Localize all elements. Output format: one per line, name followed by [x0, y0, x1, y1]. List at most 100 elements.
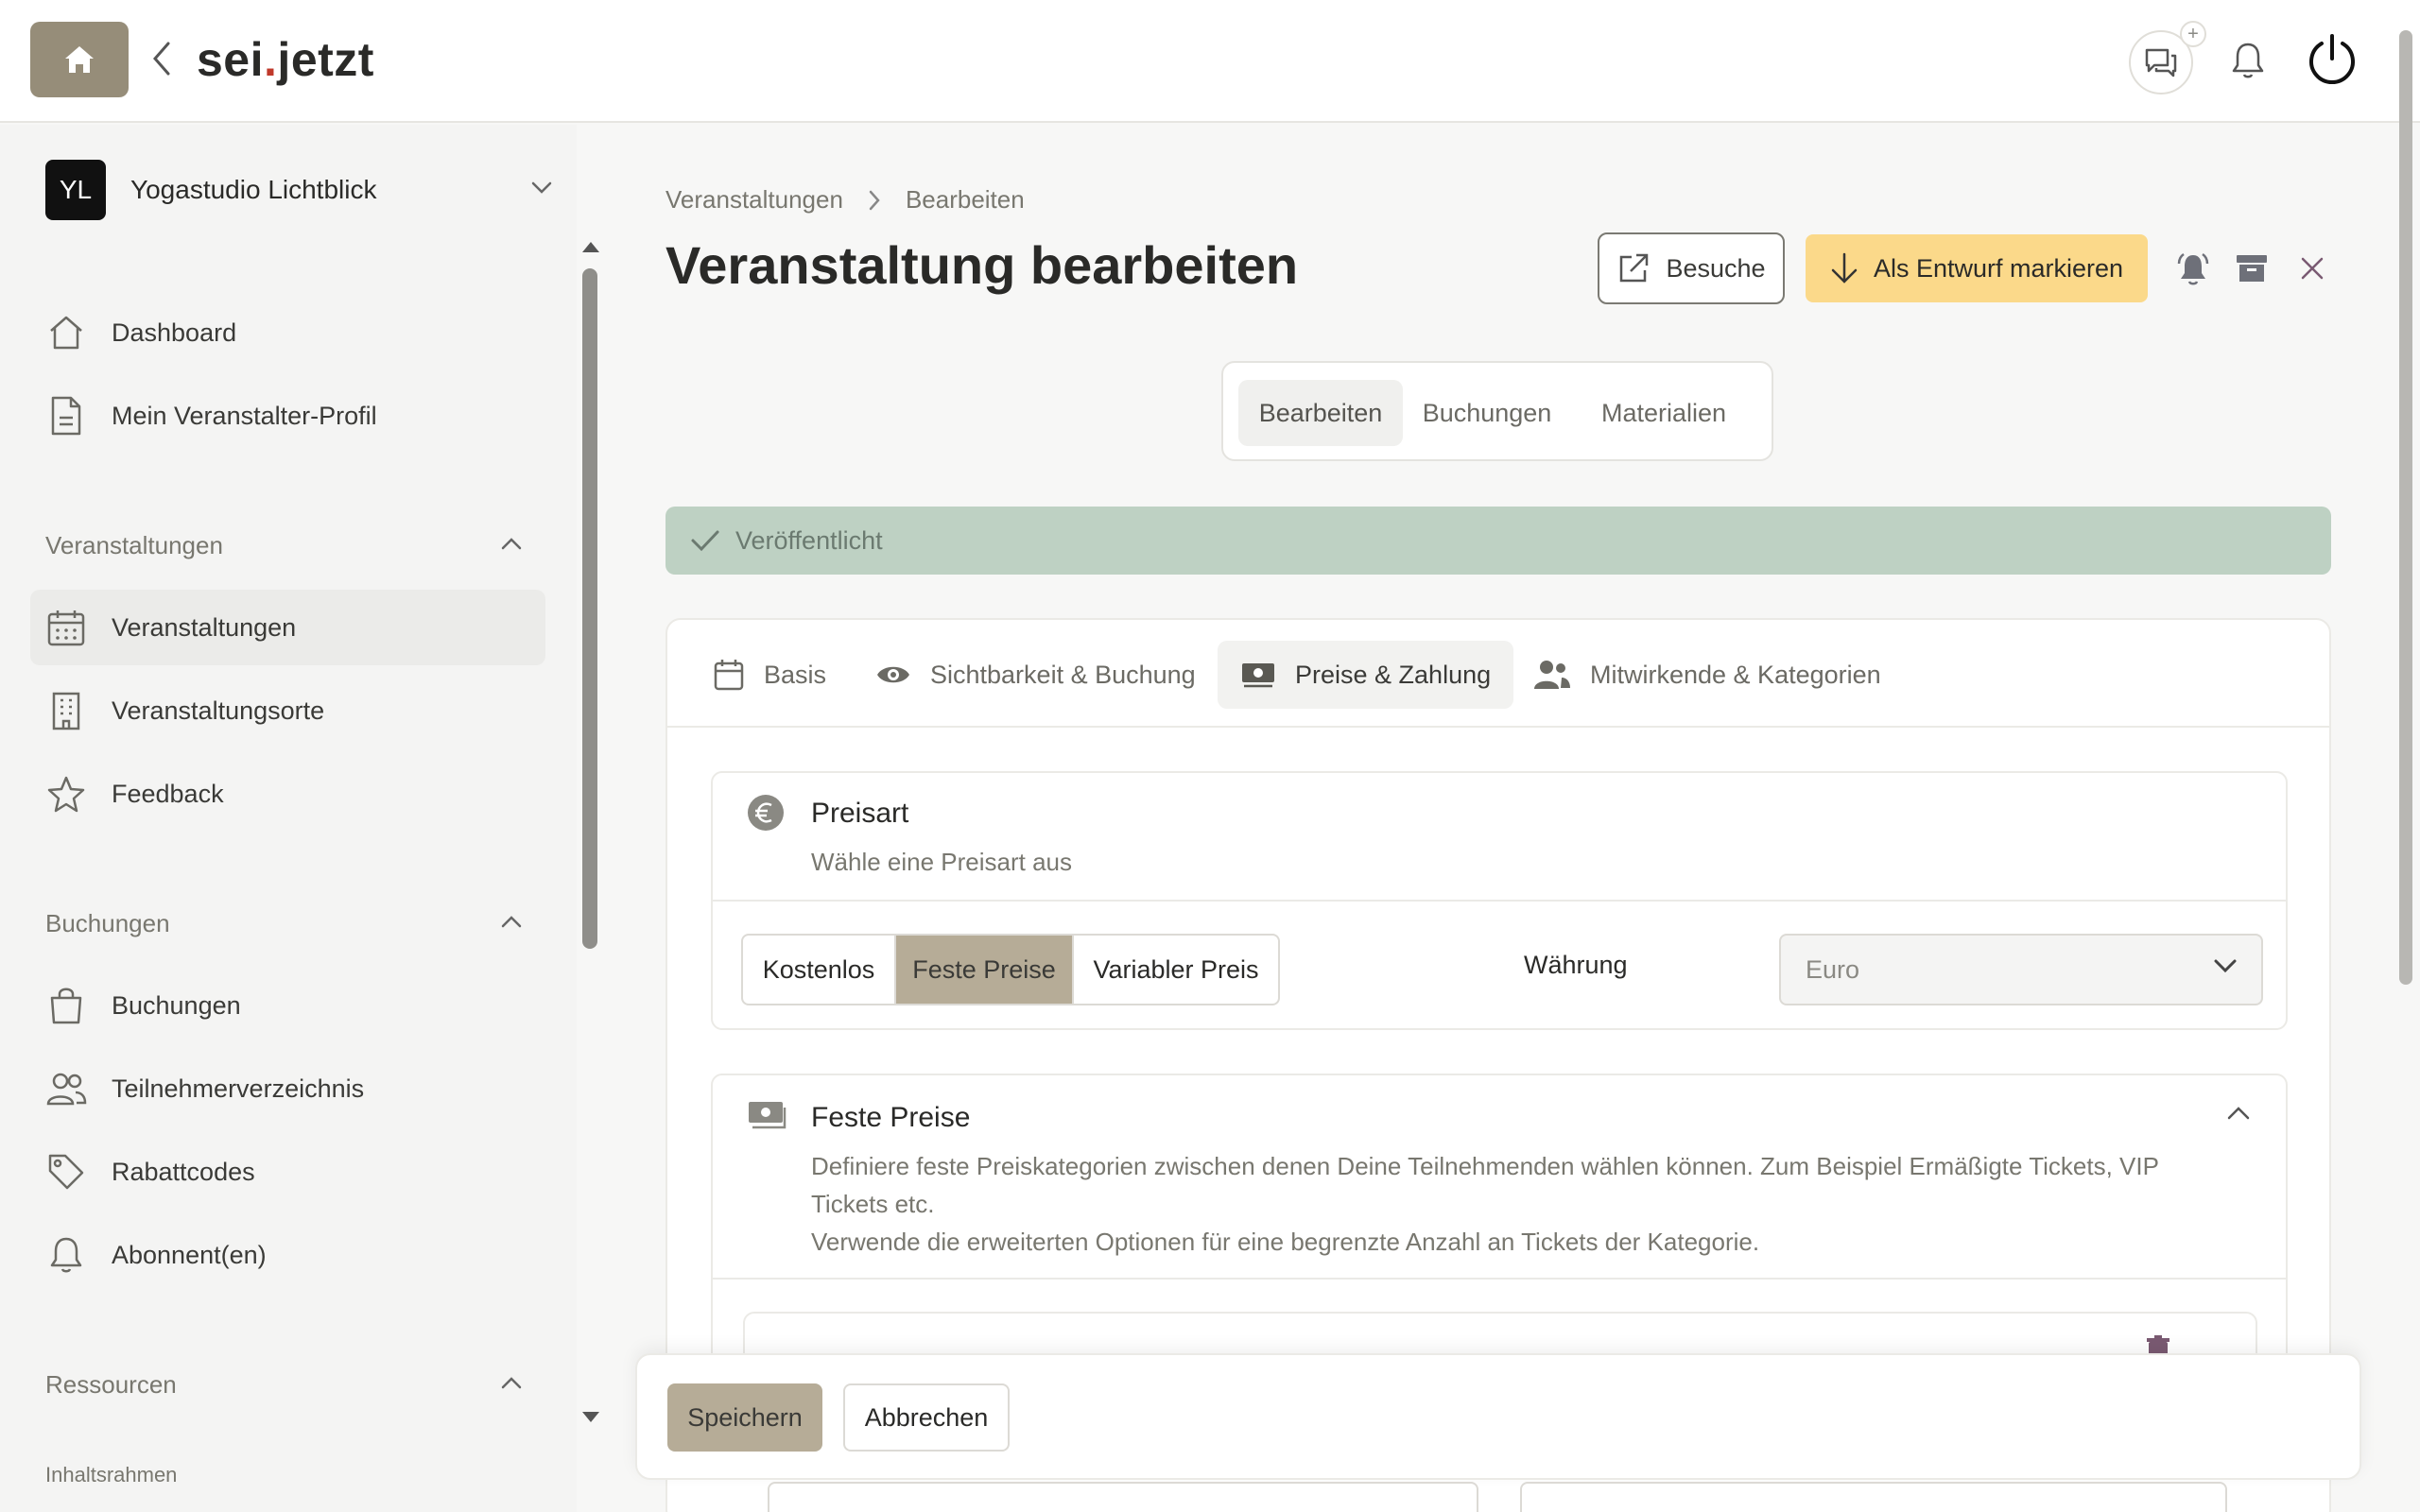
home-button[interactable] [30, 22, 129, 97]
sidebar-item-label: Dashboard [112, 318, 237, 347]
arrow-down-icon [1830, 251, 1858, 285]
sidebar-item-label: Teilnehmerverzeichnis [112, 1074, 365, 1103]
notifications-button[interactable] [2225, 38, 2271, 83]
tab-edit[interactable]: Bearbeiten [1238, 380, 1403, 446]
scroll-down-arrow[interactable] [582, 1412, 599, 1422]
new-chat-badge[interactable]: + [2180, 21, 2206, 47]
check-icon [690, 528, 720, 553]
sidebar-item-label: Mein Veranstalter-Profil [112, 401, 377, 430]
external-link-icon [1616, 251, 1651, 285]
tab-label: Sichtbarkeit & Buchung [930, 660, 1196, 689]
sidebar-item-label: Feedback [112, 779, 224, 808]
breadcrumb-item-events[interactable]: Veranstaltungen [666, 185, 843, 215]
sidebar-item-discount-codes[interactable]: Rabattcodes [30, 1134, 545, 1210]
back-button[interactable] [147, 38, 176, 79]
visits-label: Besuche [1666, 253, 1766, 283]
option-free[interactable]: Kostenlos [743, 936, 896, 1004]
section-title-resources: Ressourcen [45, 1370, 177, 1399]
sidebar-item-venues[interactable]: Veranstaltungsorte [30, 673, 545, 748]
divider [713, 1278, 2286, 1280]
section-tabs: Basis Sichtbarkeit & Buchung Preise & Za… [667, 620, 2329, 728]
calendar-icon [713, 658, 745, 692]
tab-materials[interactable]: Materialien [1571, 380, 1756, 446]
sidebar-item-profile[interactable]: Mein Veranstalter-Profil [30, 378, 545, 454]
chevron-down-icon [527, 174, 556, 202]
sidebar-item-feedback[interactable]: Feedback [30, 756, 545, 832]
star-icon [45, 773, 87, 815]
document-icon [45, 395, 87, 437]
money-icon [1240, 660, 1276, 690]
section-title-events: Veranstaltungen [45, 531, 223, 559]
eye-icon [875, 662, 911, 688]
top-bar: sei.jetzt + [0, 0, 2420, 123]
section-title-bookings: Buchungen [45, 909, 170, 937]
page-scrollbar[interactable] [2399, 30, 2412, 985]
currency-select[interactable]: Euro [1779, 934, 2263, 1005]
chevron-up-icon[interactable] [499, 1370, 524, 1395]
close-icon[interactable] [2291, 248, 2333, 289]
tab-label: Mitwirkende & Kategorien [1590, 660, 1881, 689]
euro-icon [747, 794, 785, 832]
action-bar: Speichern Abbrechen [635, 1353, 2361, 1480]
sidebar-item-dashboard[interactable]: Dashboard [30, 295, 545, 370]
sidebar-item-label: Buchungen [112, 990, 241, 1020]
chevron-up-icon[interactable] [499, 909, 524, 934]
logout-button[interactable] [2305, 32, 2360, 87]
mark-as-draft-button[interactable]: Als Entwurf markieren [1806, 234, 2148, 302]
calendar-icon [45, 607, 87, 648]
tab-label: Basis [764, 660, 827, 689]
price-type-title: Preisart [811, 798, 909, 829]
bell-icon [2232, 43, 2264, 78]
sidebar-item-participants[interactable]: Teilnehmerverzeichnis [30, 1051, 545, 1126]
org-name: Yogastudio Lichtblick [130, 175, 377, 204]
sidebar-item-subscribers[interactable]: Abonnent(en) [30, 1217, 545, 1293]
tab-label: Preise & Zahlung [1295, 660, 1492, 689]
tab-contributors[interactable]: Mitwirkende & Kategorien [1511, 641, 1904, 709]
tab-basis[interactable]: Basis [690, 641, 849, 709]
price-input[interactable] [768, 1482, 1478, 1512]
option-variable-price[interactable]: Variabler Preis [1074, 936, 1278, 1004]
visits-button[interactable]: Besuche [1598, 232, 1785, 304]
category-name-input[interactable] [1520, 1482, 2227, 1512]
price-type-panel: Preisart Wähle eine Preisart aus Kostenl… [711, 771, 2288, 1030]
chevron-left-icon [153, 42, 170, 76]
sidebar-item-events[interactable]: Veranstaltungen [30, 590, 545, 665]
divider [713, 900, 2286, 902]
chevron-up-icon[interactable] [499, 531, 524, 556]
mark-as-draft-label: Als Entwurf markieren [1873, 253, 2124, 283]
sidebar-item-bookings[interactable]: Buchungen [30, 968, 545, 1043]
archive-icon[interactable] [2231, 248, 2273, 289]
bell-icon [45, 1234, 87, 1276]
power-icon [2309, 34, 2355, 85]
price-type-subtitle: Wähle eine Preisart aus [811, 848, 1073, 876]
org-avatar: YL [45, 160, 106, 220]
sidebar-scrollbar[interactable] [582, 268, 597, 949]
chat-icon [2145, 48, 2177, 77]
ringing-bell-icon[interactable] [2172, 248, 2214, 289]
money-icon [747, 1098, 788, 1136]
fixed-prices-description: Definiere feste Preiskategorien zwischen… [811, 1152, 2159, 1218]
scroll-up-arrow[interactable] [582, 242, 599, 252]
fixed-prices-title: Feste Preise [811, 1102, 971, 1133]
breadcrumb: Veranstaltungen Bearbeiten [666, 185, 1025, 215]
tab-prices-payment[interactable]: Preise & Zahlung [1218, 641, 1514, 709]
status-text: Veröffentlicht [735, 525, 883, 555]
cancel-button[interactable]: Abbrechen [843, 1383, 1010, 1452]
view-tabs: Bearbeiten Buchungen Materialien [1221, 361, 1773, 461]
published-status-bar: Veröffentlicht [666, 507, 2331, 575]
save-button[interactable]: Speichern [667, 1383, 822, 1452]
page-title: Veranstaltung bearbeiten [666, 235, 1299, 295]
org-switcher[interactable]: YL Yogastudio Lichtblick [45, 159, 556, 221]
breadcrumb-item-edit: Bearbeiten [905, 185, 1025, 214]
sidebar-item-label: Rabattcodes [112, 1157, 255, 1186]
brand-logo[interactable]: sei.jetzt [197, 32, 374, 87]
tab-bookings[interactable]: Buchungen [1412, 380, 1562, 446]
chevron-up-icon[interactable] [2227, 1106, 2250, 1121]
sidebar-item-label: Veranstaltungen [112, 612, 297, 642]
option-fixed-prices[interactable]: Feste Preise [896, 936, 1074, 1004]
chevron-down-icon [2214, 958, 2237, 973]
subsection-content-frames: Inhaltsrahmen [45, 1463, 178, 1486]
sidebar-item-label: Veranstaltungsorte [112, 696, 325, 725]
tab-visibility[interactable]: Sichtbarkeit & Buchung [853, 641, 1219, 709]
currency-label: Währung [1524, 951, 1628, 979]
